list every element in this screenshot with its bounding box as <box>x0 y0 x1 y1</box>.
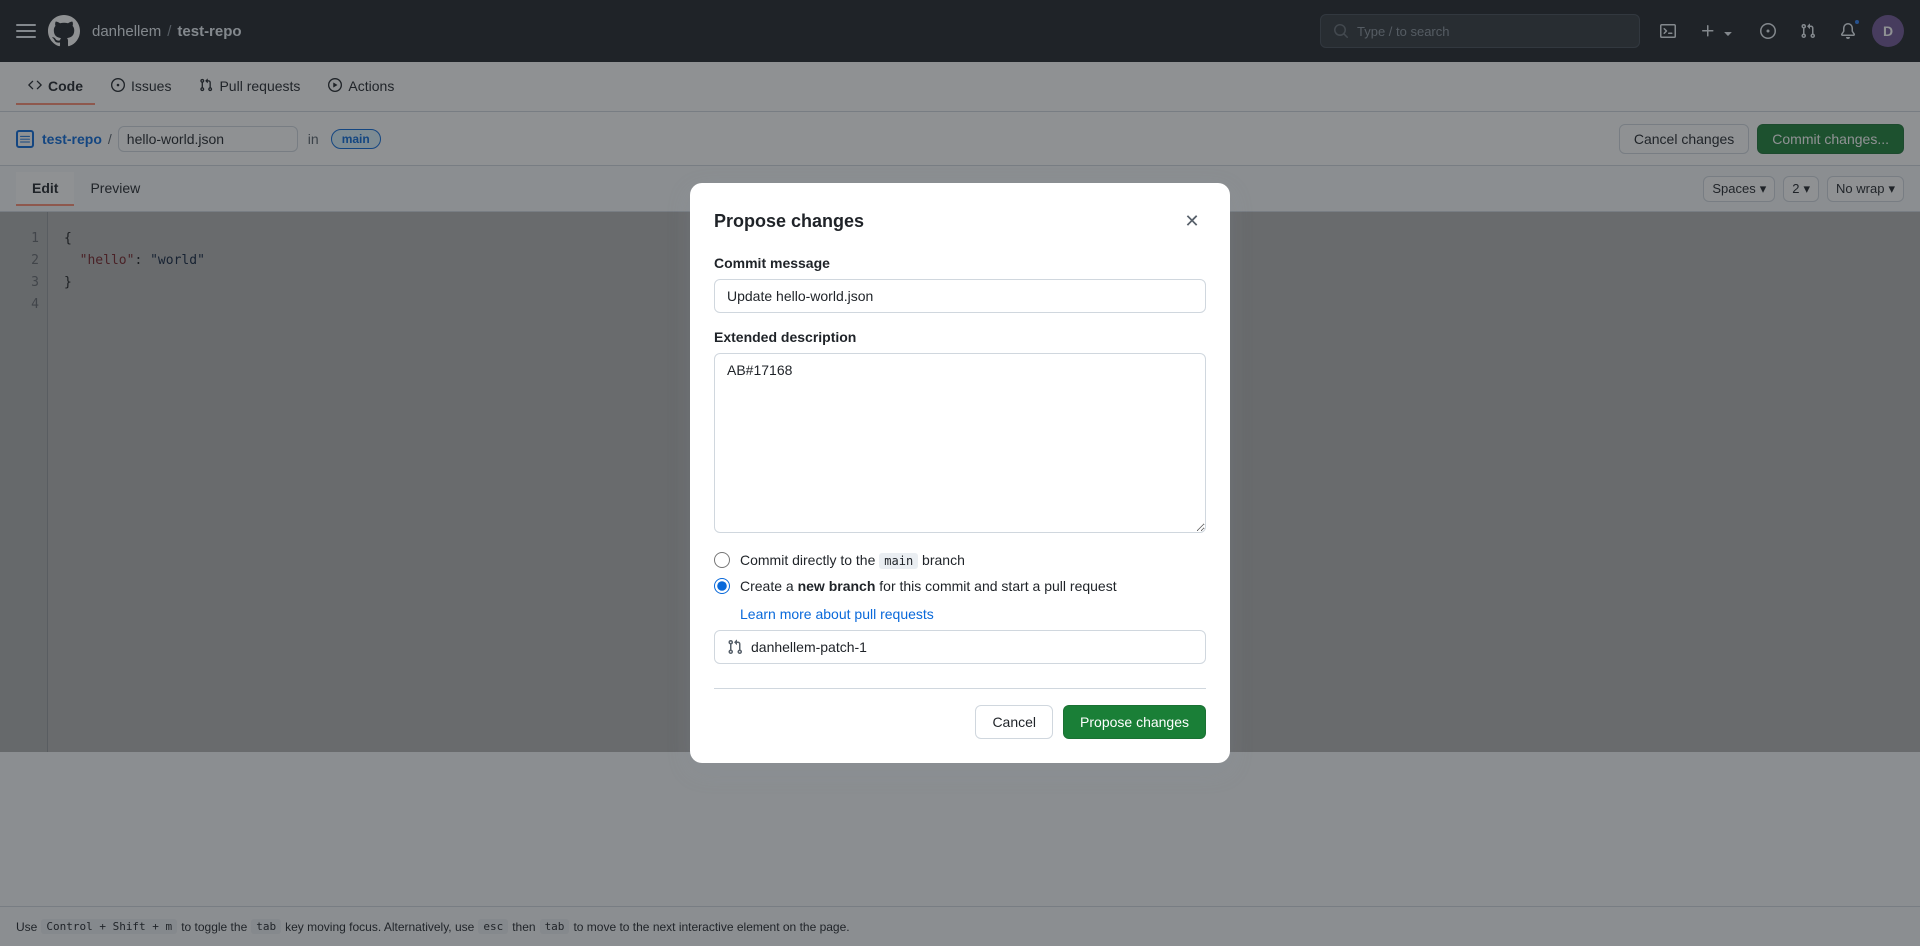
branch-options: Commit directly to the main branch Creat… <box>714 552 1206 594</box>
propose-changes-button[interactable]: Propose changes <box>1063 705 1206 739</box>
new-branch-radio[interactable] <box>714 578 730 594</box>
commit-message-label: Commit message <box>714 255 1206 271</box>
extended-desc-label: Extended description <box>714 329 1206 345</box>
branch-icon <box>727 639 743 655</box>
new-branch-label: Create a new branch for this commit and … <box>740 578 1117 594</box>
commit-message-input[interactable] <box>714 279 1206 313</box>
modal-header: Propose changes ✕ <box>714 207 1206 235</box>
modal-footer: Cancel Propose changes <box>714 688 1206 739</box>
modal-overlay[interactable]: Propose changes ✕ Commit message Extende… <box>0 0 1920 946</box>
branch-name-input[interactable] <box>751 639 1193 655</box>
extended-desc-textarea[interactable] <box>714 353 1206 533</box>
extended-desc-section: Extended description <box>714 329 1206 536</box>
branch-name-input-wrapper <box>714 630 1206 664</box>
radio-new-branch[interactable]: Create a new branch for this commit and … <box>714 578 1206 594</box>
direct-commit-label: Commit directly to the main branch <box>740 552 965 568</box>
direct-commit-radio[interactable] <box>714 552 730 568</box>
close-icon: ✕ <box>1184 211 1199 232</box>
modal-title: Propose changes <box>714 211 864 232</box>
cancel-button[interactable]: Cancel <box>975 705 1053 739</box>
new-branch-bold: new branch <box>798 578 876 594</box>
main-branch-code: main <box>879 553 918 569</box>
radio-direct-commit[interactable]: Commit directly to the main branch <box>714 552 1206 568</box>
commit-message-section: Commit message <box>714 255 1206 313</box>
propose-changes-modal: Propose changes ✕ Commit message Extende… <box>690 183 1230 763</box>
learn-more-link[interactable]: Learn more about pull requests <box>740 606 934 622</box>
learn-more-text: Learn more about pull requests <box>740 606 934 622</box>
modal-close-button[interactable]: ✕ <box>1178 207 1206 235</box>
